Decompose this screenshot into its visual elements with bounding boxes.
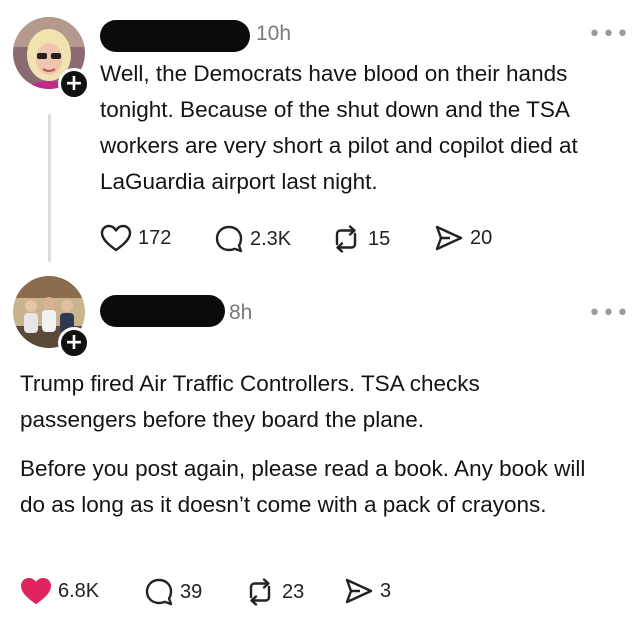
like-count-1: 172 <box>138 226 172 249</box>
repost-button-2[interactable]: 23 <box>244 577 304 607</box>
reply-button-1[interactable]: 2.3K <box>214 224 291 254</box>
redacted-username-1 <box>100 20 250 52</box>
post-text-2-p1: Trump fired Air Traffic Controllers. TSA… <box>20 371 480 432</box>
share-icon <box>345 578 373 604</box>
share-button-1[interactable]: 20 <box>434 224 492 252</box>
more-options-icon-2[interactable]: ••• <box>588 301 630 326</box>
post-text-2-p2: Before you post again, please read a boo… <box>20 456 586 517</box>
more-options-icon-1[interactable]: ••• <box>588 22 630 47</box>
follow-plus-icon[interactable]: + <box>58 68 90 100</box>
post-time-1: 10h <box>256 22 292 45</box>
share-icon <box>435 225 463 251</box>
like-button-2[interactable]: 6.8K <box>20 577 99 605</box>
post-2: + 8h ••• Trump fired Air Traffic Control… <box>0 268 640 619</box>
repost-count-2: 23 <box>282 580 305 603</box>
reply-count-1: 2.3K <box>250 227 292 250</box>
like-button-1[interactable]: 172 <box>100 224 171 252</box>
repost-count-1: 15 <box>368 227 391 250</box>
heart-icon <box>21 578 51 604</box>
post-time-2: 8h <box>229 301 253 324</box>
repost-icon <box>249 578 271 606</box>
share-count-2: 3 <box>380 579 392 602</box>
thread-line <box>48 114 51 262</box>
heart-icon <box>100 224 132 252</box>
share-count-1: 20 <box>470 226 493 249</box>
comment-icon <box>145 578 173 606</box>
reply-button-2[interactable]: 39 <box>144 577 202 607</box>
repost-button-1[interactable]: 15 <box>330 224 390 254</box>
post-text-1: Well, the Democrats have blood on their … <box>100 61 578 194</box>
like-count-2: 6.8K <box>58 579 100 602</box>
share-button-2[interactable]: 3 <box>344 577 391 605</box>
post-1: + 10h ••• Well, the Democrats have blood… <box>0 0 640 262</box>
repost-icon <box>335 225 357 253</box>
comment-icon <box>215 225 243 253</box>
reply-count-2: 39 <box>180 580 203 603</box>
follow-plus-icon[interactable]: + <box>58 327 90 359</box>
redacted-username-2 <box>100 295 225 327</box>
